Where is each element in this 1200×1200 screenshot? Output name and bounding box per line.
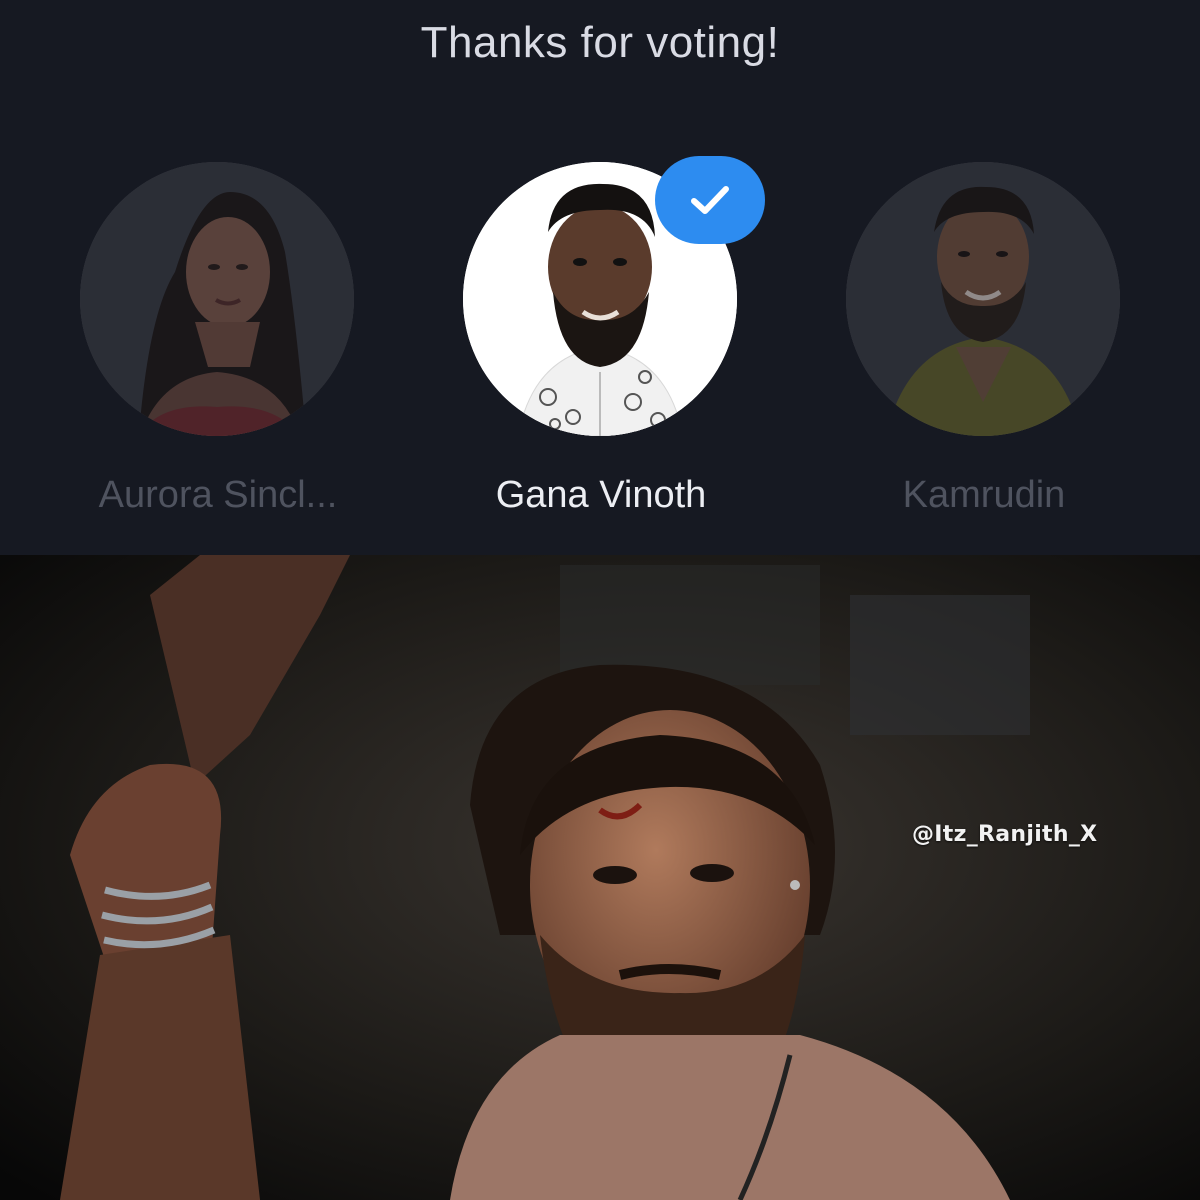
selected-badge [655,156,765,244]
candidate-name: Kamrudin [902,474,1066,516]
page-title: Thanks for voting! [420,18,780,67]
movie-still [0,555,1200,1200]
vote-panel: Thanks for voting! Aurora Sincl... Gana … [0,0,1200,555]
avatar [80,162,354,436]
watermark-text: @Itz_Ranjith_X [912,822,1098,847]
movie-still-image [0,555,1200,1200]
avatar [846,162,1120,436]
checkmark-icon [691,186,729,214]
candidate-name: Gana Vinoth [495,474,707,516]
candidate-option-gana-vinoth[interactable]: Gana Vinoth [463,156,765,532]
candidate-name: Aurora Sincl... [98,474,338,516]
candidate-option-aurora[interactable]: Aurora Sincl... [80,162,356,532]
candidate-option-kamrudin[interactable]: Kamrudin [846,162,1122,532]
